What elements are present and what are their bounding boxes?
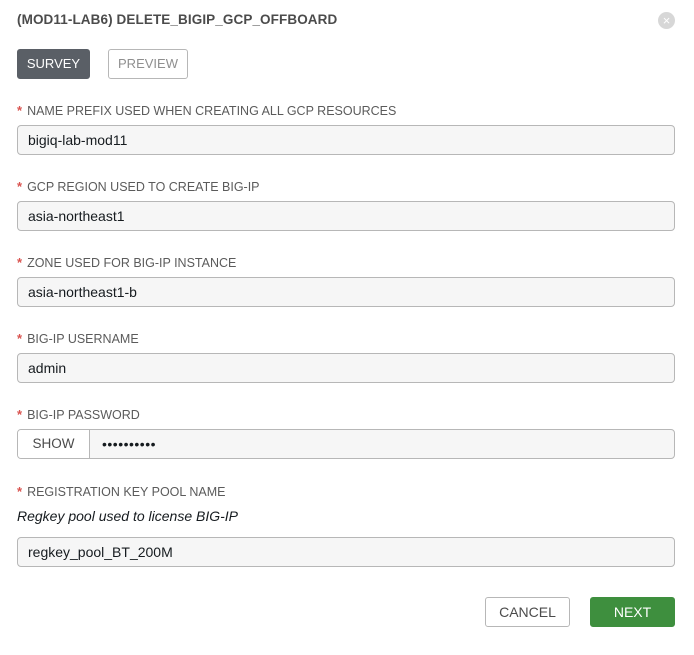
next-button[interactable]: NEXT <box>590 597 675 627</box>
required-marker: * <box>17 484 23 499</box>
name-prefix-label-text: NAME PREFIX USED WHEN CREATING ALL GCP R… <box>27 104 397 118</box>
tab-survey[interactable]: SURVEY <box>17 49 90 79</box>
username-label-text: BIG-IP USERNAME <box>27 332 139 346</box>
show-password-button[interactable]: SHOW <box>18 430 90 458</box>
tab-preview[interactable]: PREVIEW <box>108 49 188 79</box>
zone-input[interactable]: asia-northeast1-b <box>17 277 675 307</box>
gcp-region-input[interactable]: asia-northeast1 <box>17 201 675 231</box>
regkey-pool-label-text: REGISTRATION KEY POOL NAME <box>27 485 226 499</box>
dialog-title: (MOD11-LAB6) DELETE_BIGIP_GCP_OFFBOARD <box>17 12 338 27</box>
zone-label: * ZONE USED FOR BIG-IP INSTANCE <box>17 255 236 270</box>
gcp-region-label-text: GCP REGION USED TO CREATE BIG-IP <box>27 180 260 194</box>
regkey-pool-input[interactable]: regkey_pool_BT_200M <box>17 537 675 567</box>
name-prefix-input[interactable]: bigiq-lab-mod11 <box>17 125 675 155</box>
required-marker: * <box>17 103 23 118</box>
gcp-region-label: * GCP REGION USED TO CREATE BIG-IP <box>17 179 260 194</box>
username-label: * BIG-IP USERNAME <box>17 331 139 346</box>
password-label: * BIG-IP PASSWORD <box>17 407 140 422</box>
close-icon[interactable]: × <box>658 12 675 29</box>
regkey-pool-hint: Regkey pool used to license BIG-IP <box>17 508 239 524</box>
regkey-pool-label: * REGISTRATION KEY POOL NAME <box>17 484 225 499</box>
password-label-text: BIG-IP PASSWORD <box>27 408 140 422</box>
password-input[interactable]: •••••••••• <box>102 430 156 458</box>
zone-label-text: ZONE USED FOR BIG-IP INSTANCE <box>27 256 237 270</box>
cancel-button[interactable]: CANCEL <box>485 597 570 627</box>
required-marker: * <box>17 407 23 422</box>
name-prefix-label: * NAME PREFIX USED WHEN CREATING ALL GCP … <box>17 103 396 118</box>
required-marker: * <box>17 179 23 194</box>
password-field: SHOW •••••••••• <box>17 429 675 459</box>
required-marker: * <box>17 255 23 270</box>
required-marker: * <box>17 331 23 346</box>
username-input[interactable]: admin <box>17 353 675 383</box>
